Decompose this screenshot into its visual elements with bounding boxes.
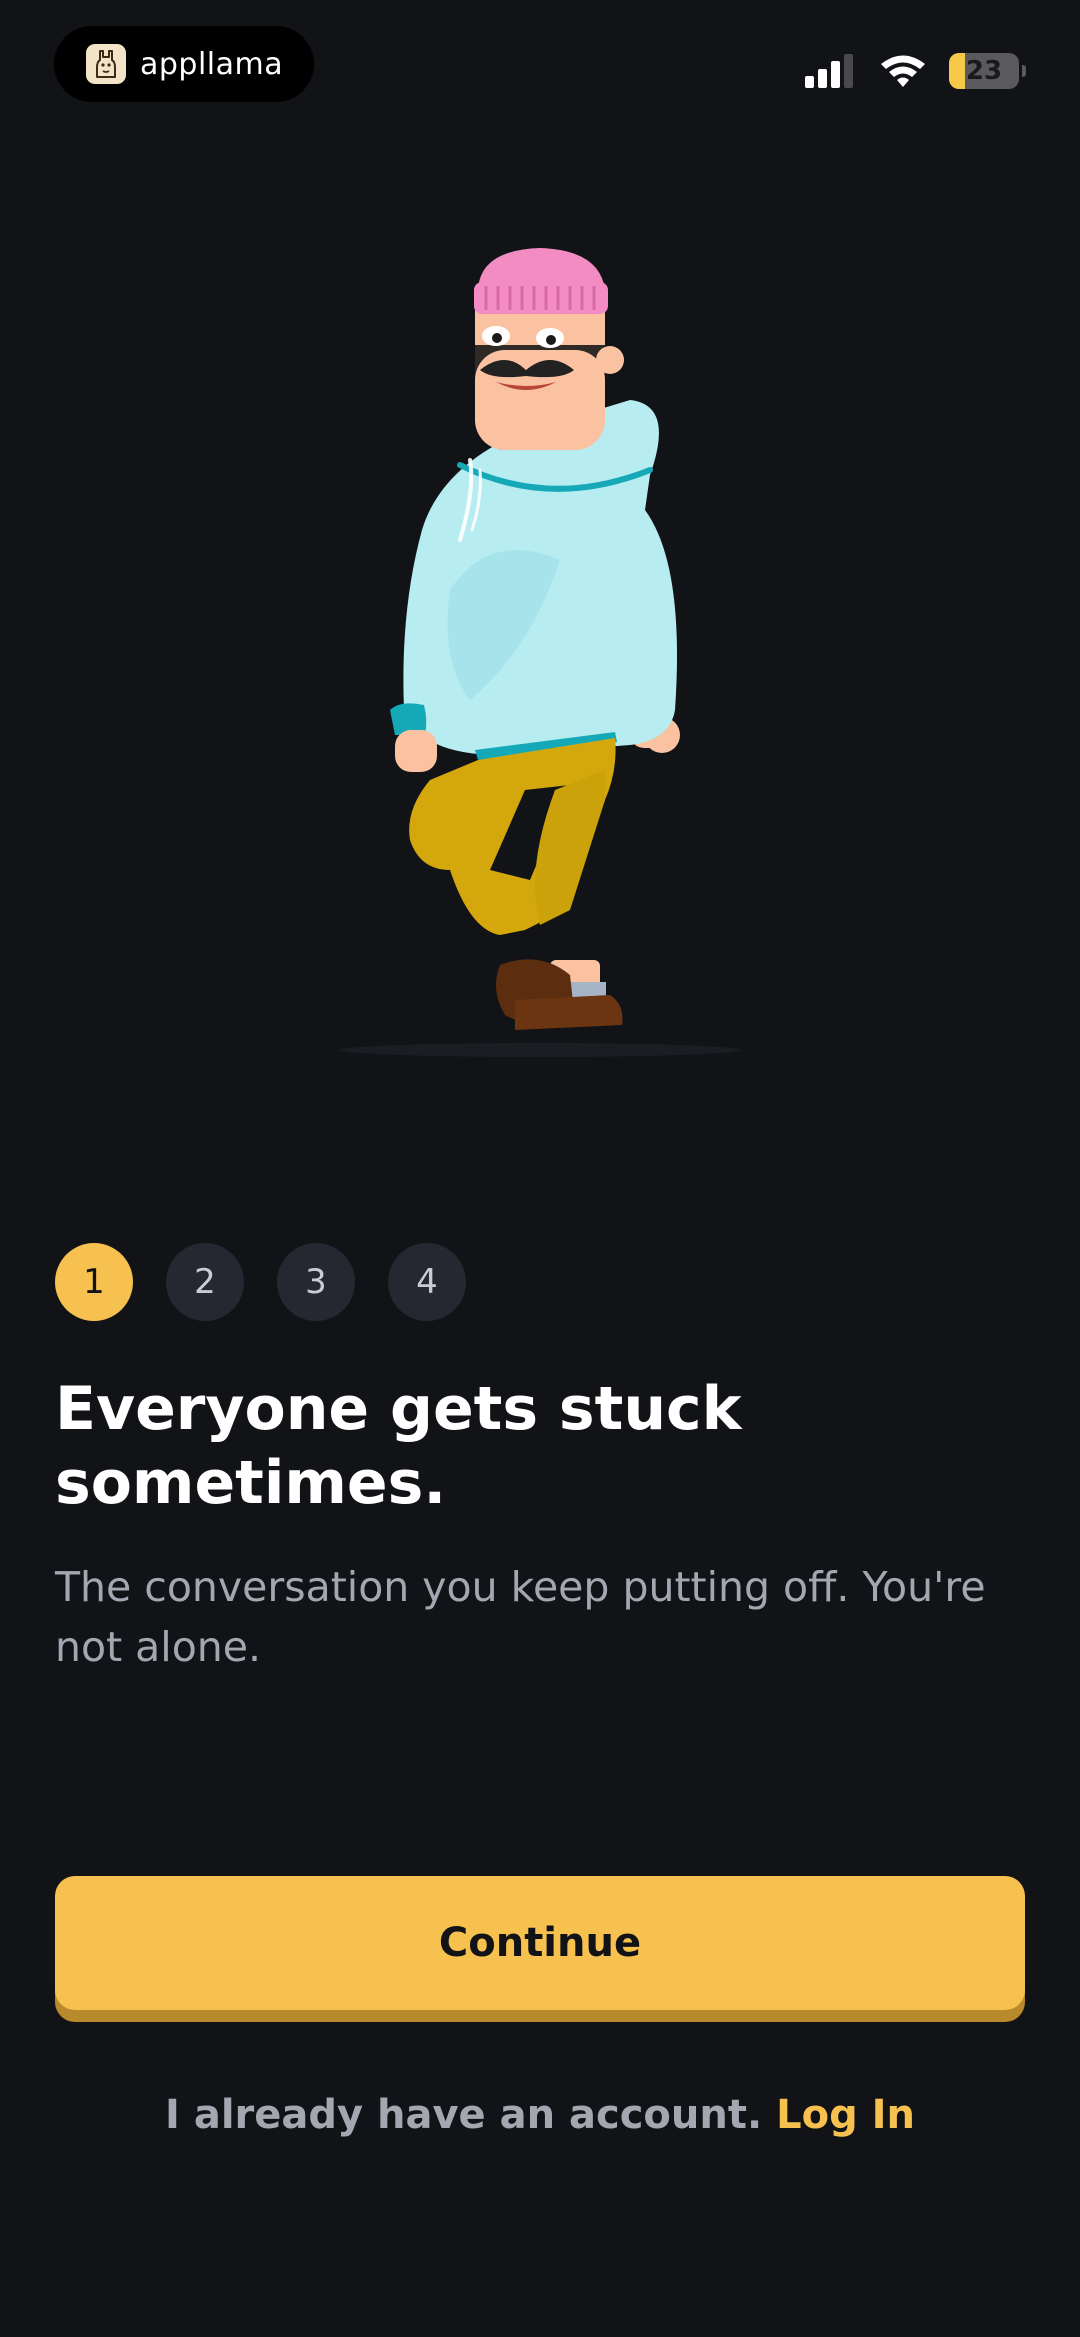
login-link[interactable]: Log In [776,2092,915,2138]
login-prompt: I already have an account. [165,2092,777,2138]
subtext: The conversation you keep putting off. Y… [55,1563,986,1671]
battery-cap [1022,65,1026,77]
step-2: 2 [166,1243,244,1321]
battery-icon: 23 [949,53,1019,89]
system-status: 23 [805,46,1026,96]
app-switcher-pill[interactable]: appllama [54,26,314,102]
step-4: 4 [388,1243,466,1321]
battery-fill [949,53,966,89]
step-1: 1 [55,1243,133,1321]
llama-logo-icon [86,44,126,84]
login-row: I already have an account. Log In [0,2092,1080,2138]
continue-button[interactable]: Continue [55,1876,1025,2010]
battery-level: 23 [965,56,1003,86]
brand-name: appllama [140,46,284,82]
step-indicator: 1 2 3 4 [55,1243,466,1321]
headline: Everyone gets stuck sometimes. [55,1374,742,1518]
step-3: 3 [277,1243,355,1321]
wifi-icon [881,55,925,87]
character-illustration [340,248,740,1057]
signal-icon [805,54,853,88]
